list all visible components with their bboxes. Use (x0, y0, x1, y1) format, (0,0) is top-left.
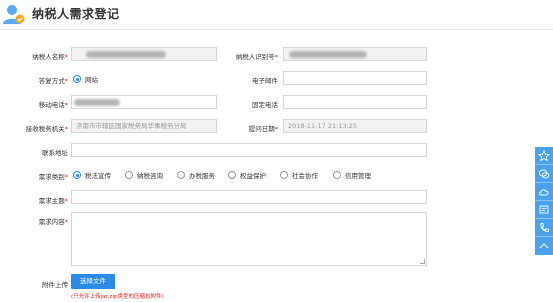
back-to-top-button[interactable] (535, 237, 553, 255)
radio-selected-icon (73, 75, 81, 83)
radio-icon (280, 171, 288, 179)
user-register-icon (3, 5, 25, 24)
category-radio-rights[interactable]: 权益保护 (228, 170, 266, 180)
phone-icon (540, 222, 549, 232)
radio-icon (125, 171, 133, 179)
mobile-label: 移动电话* (38, 101, 68, 109)
taxpayer-name-field[interactable] (71, 47, 217, 61)
reply-method-radio-website[interactable]: 网站 (73, 74, 98, 84)
taxpayer-id-label: 纳税人识别号* (235, 53, 278, 61)
chat-button[interactable] (535, 165, 553, 183)
phone-button[interactable] (535, 219, 553, 237)
upload-hint: (只允许上传jar,zip类型的压缩包附件) (71, 294, 164, 300)
landline-label: 固定电话 (252, 101, 278, 109)
category-radio-service[interactable]: 办税服务 (177, 170, 215, 180)
address-field[interactable] (71, 143, 427, 157)
taxpayer-id-field[interactable] (283, 47, 427, 61)
page-header: 纳税人需求登记 (0, 0, 553, 30)
category-radio-consult[interactable]: 纳税咨询 (125, 170, 163, 180)
category-radio-tax-law[interactable]: 税法宣传 (73, 170, 111, 180)
content-textarea[interactable] (71, 212, 427, 266)
tax-office-label: 接收税务机关* (25, 125, 68, 133)
reply-method-label: 答复方式* (38, 77, 68, 85)
email-label: 电子邮件 (252, 77, 278, 85)
email-field[interactable] (283, 71, 427, 85)
category-radio-credit[interactable]: 信用管理 (333, 170, 371, 180)
redacted-value (74, 99, 120, 106)
choose-file-button[interactable]: 选择文件 (71, 274, 115, 289)
content-label: 需求内容* (38, 218, 68, 226)
mobile-field[interactable] (71, 95, 217, 109)
tax-office-field[interactable]: 济南市市辖区国家税务局华事税务分局 (71, 119, 217, 133)
message-icon (539, 205, 549, 213)
category-label: 需求类别* (38, 173, 68, 181)
cloud-button[interactable] (535, 183, 553, 201)
floating-sidebar (535, 147, 553, 255)
message-button[interactable] (535, 201, 553, 219)
chevron-up-icon (539, 243, 549, 249)
submit-date-field[interactable]: 2018-11-17 21:13:25 (283, 119, 427, 133)
category-radio-social[interactable]: 社会协作 (280, 170, 318, 180)
resize-handle-icon[interactable] (420, 259, 425, 264)
landline-field[interactable] (283, 95, 427, 109)
radio-icon (333, 171, 341, 179)
radio-icon (228, 171, 236, 179)
attachment-label: 附件上传 (42, 281, 68, 289)
radio-icon (177, 171, 185, 179)
cloud-icon (539, 188, 549, 195)
star-icon (538, 149, 550, 161)
redacted-value (86, 51, 166, 58)
radio-selected-icon (73, 171, 81, 179)
chat-icon (538, 169, 550, 178)
favorite-button[interactable] (535, 147, 553, 165)
subject-label: 需求主题* (38, 197, 68, 205)
page-title: 纳税人需求登记 (32, 7, 120, 21)
address-label: 联系地址 (42, 149, 68, 157)
subject-field[interactable] (71, 190, 427, 204)
submit-date-label: 提问日期* (248, 125, 278, 133)
redacted-value (289, 51, 367, 58)
taxpayer-name-label: 纳税人名称* (32, 53, 68, 61)
